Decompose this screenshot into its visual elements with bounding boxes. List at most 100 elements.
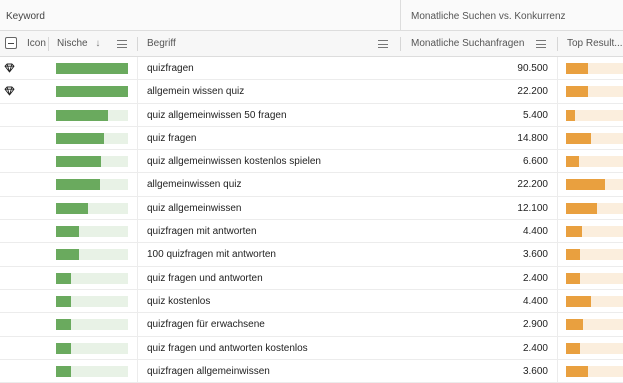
table-row[interactable]: quizfragen allgemeinwissen 3.600 <box>0 360 623 383</box>
keyword-term[interactable]: quizfragen für erwachsene <box>147 313 265 336</box>
monthly-search-volume: 22.200 <box>517 179 548 191</box>
nische-score-bar <box>56 272 128 284</box>
monthly-search-volume: 2.400 <box>522 342 548 354</box>
top-results-bar <box>566 63 623 74</box>
keyword-term[interactable]: quiz allgemeinwissen 50 fragen <box>147 104 287 127</box>
nische-score-fill <box>56 319 72 331</box>
top-results-fill <box>566 132 592 144</box>
header-begriff[interactable]: Begriff <box>147 31 176 57</box>
keyword-term[interactable]: allgemein wissen quiz <box>147 80 244 103</box>
header-nische[interactable]: Nische ↓ <box>57 31 100 57</box>
monthly-search-volume: 2.400 <box>522 272 548 284</box>
header-nische-label: Nische <box>57 38 88 49</box>
group-monthly-searches: Monatliche Suchen vs. Konkurrenz <box>411 11 566 22</box>
column-group-header: Keyword Monatliche Suchen vs. Konkurrenz <box>0 0 623 31</box>
table-row[interactable]: quiz allgemeinwissen kostenlos spielen 6.… <box>0 150 623 174</box>
monthly-search-volume: 3.600 <box>522 249 548 261</box>
group-divider <box>400 0 401 31</box>
top-results-bar <box>566 86 623 98</box>
top-results-fill <box>566 86 588 98</box>
table-row[interactable]: quiz fragen 14.800 <box>0 127 623 151</box>
top-results-bar <box>566 319 623 331</box>
column-divider <box>400 37 401 51</box>
nische-score-bar <box>56 156 128 168</box>
nische-score-fill <box>56 202 89 214</box>
nische-score-fill <box>56 272 72 284</box>
table-row[interactable]: allgemeinwissen quiz 22.200 <box>0 173 623 197</box>
top-results-bar <box>566 179 623 191</box>
keyword-term[interactable]: quiz fragen und antworten kostenlos <box>147 337 308 360</box>
nische-score-bar <box>56 86 128 98</box>
keyword-term[interactable]: quizfragen mit antworten <box>147 220 257 243</box>
top-results-fill <box>566 156 579 168</box>
top-results-fill <box>566 365 588 377</box>
keyword-term[interactable]: quiz allgemeinwissen <box>147 197 242 220</box>
keyword-term[interactable]: quizfragen <box>147 57 194 80</box>
nische-score-bar <box>56 226 128 238</box>
top-results-fill <box>566 295 592 307</box>
top-results-bar <box>566 365 623 377</box>
monthly-search-volume: 22.200 <box>517 86 548 98</box>
keyword-table-body: quizfragen 90.500 allgemein wissen quiz 22.… <box>0 57 623 383</box>
nische-score-fill <box>56 63 128 74</box>
table-row[interactable]: quiz fragen und antworten 2.400 <box>0 267 623 290</box>
top-results-bar <box>566 226 623 238</box>
nische-score-fill <box>56 86 128 98</box>
top-results-fill <box>566 63 588 74</box>
nische-score-fill <box>56 295 72 307</box>
table-row[interactable]: quiz fragen und antworten kostenlos 2.400 <box>0 337 623 360</box>
nische-score-fill <box>56 109 108 121</box>
keyword-term[interactable]: allgemeinwissen quiz <box>147 173 242 196</box>
header-top-results[interactable]: Top Result... <box>567 31 623 57</box>
top-results-bar <box>566 249 623 261</box>
top-results-bar <box>566 272 623 284</box>
column-header-row: Icon Nische ↓ Begriff Monatliche Suchanf… <box>0 31 623 57</box>
top-results-fill <box>566 249 580 261</box>
top-results-bar <box>566 202 623 214</box>
monthly-search-volume: 2.900 <box>522 319 548 331</box>
table-row[interactable]: quizfragen mit antworten 4.400 <box>0 220 623 244</box>
top-results-bar <box>566 295 623 307</box>
nische-score-fill <box>56 156 102 168</box>
monthly-search-volume: 4.400 <box>522 295 548 307</box>
diamond-icon <box>4 63 15 73</box>
nische-score-bar <box>56 109 128 121</box>
nische-score-fill <box>56 179 100 191</box>
top-results-fill <box>566 226 582 238</box>
nische-score-fill <box>56 226 80 238</box>
keyword-term[interactable]: quiz fragen und antworten <box>147 267 263 290</box>
column-menu-icon[interactable] <box>117 40 127 48</box>
table-row[interactable]: quiz allgemeinwissen 12.100 <box>0 197 623 221</box>
sort-down-icon: ↓ <box>95 38 101 49</box>
table-row[interactable]: allgemein wissen quiz 22.200 <box>0 80 623 104</box>
column-menu-icon[interactable] <box>536 40 546 48</box>
keyword-term[interactable]: quiz allgemeinwissen kostenlos spielen <box>147 150 321 173</box>
top-results-bar <box>566 342 623 354</box>
header-monthly-searches[interactable]: Monatliche Suchanfragen <box>411 31 524 57</box>
keyword-term[interactable]: quiz fragen <box>147 127 196 150</box>
top-results-fill <box>566 272 580 284</box>
select-all-checkbox[interactable] <box>5 37 17 49</box>
header-icon[interactable]: Icon <box>27 31 46 57</box>
monthly-search-volume: 4.400 <box>522 226 548 238</box>
group-keyword: Keyword <box>6 11 45 22</box>
table-row[interactable]: quizfragen für erwachsene 2.900 <box>0 313 623 337</box>
nische-score-fill <box>56 342 72 354</box>
monthly-search-volume: 3.600 <box>522 365 548 377</box>
diamond-icon <box>4 86 15 96</box>
table-row[interactable]: quiz allgemeinwissen 50 fragen 5.400 <box>0 104 623 127</box>
keyword-term[interactable]: quizfragen allgemeinwissen <box>147 360 270 383</box>
keyword-term[interactable]: quiz kostenlos <box>147 290 210 313</box>
top-results-bar <box>566 132 623 144</box>
monthly-search-volume: 14.800 <box>517 132 548 144</box>
nische-score-bar <box>56 365 128 377</box>
keyword-term[interactable]: 100 quizfragen mit antworten <box>147 243 276 266</box>
table-row[interactable]: quiz kostenlos 4.400 <box>0 290 623 314</box>
table-row[interactable]: quizfragen 90.500 <box>0 57 623 81</box>
column-divider <box>557 37 558 51</box>
column-divider <box>137 37 138 51</box>
nische-score-bar <box>56 179 128 191</box>
table-row[interactable]: 100 quizfragen mit antworten 3.600 <box>0 243 623 267</box>
monthly-search-volume: 6.600 <box>522 156 548 168</box>
column-menu-icon[interactable] <box>378 40 388 48</box>
